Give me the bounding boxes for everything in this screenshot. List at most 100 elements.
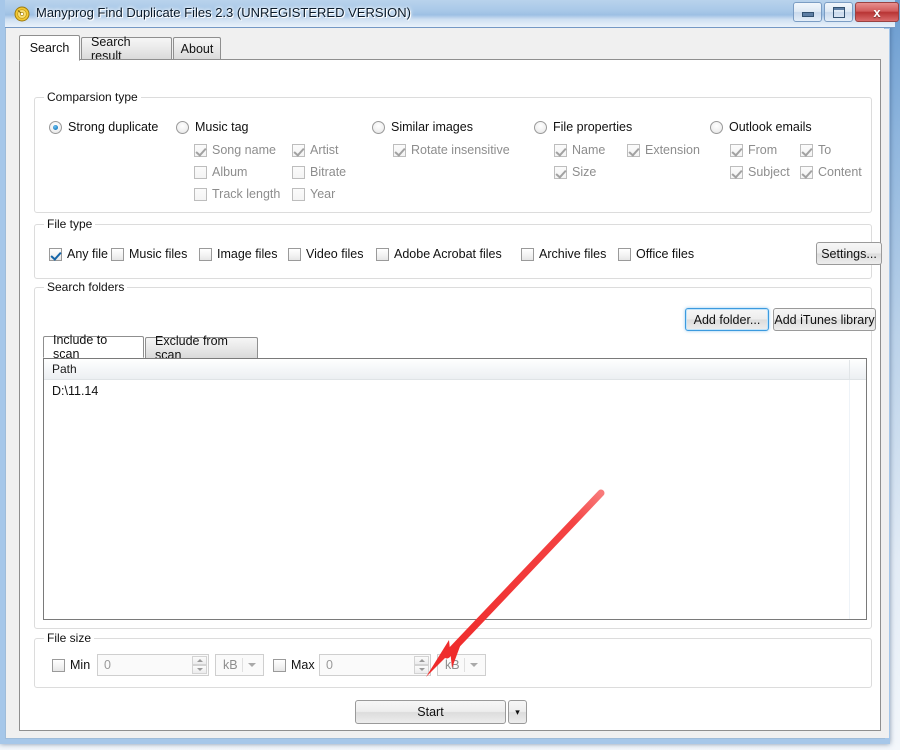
checkbox-icon-office-files bbox=[618, 247, 631, 261]
close-icon: x bbox=[873, 4, 881, 20]
checkbox-max-size[interactable]: Max bbox=[273, 658, 315, 672]
checkbox-rotate-insensitive[interactable]: Rotate insensitive bbox=[393, 143, 510, 157]
checkbox-icon-bitrate bbox=[292, 165, 305, 179]
checkbox-bitrate[interactable]: Bitrate bbox=[292, 165, 346, 179]
maximize-button[interactable] bbox=[824, 2, 853, 22]
application-window: Manyprog Find Duplicate Files 2.3 (UNREG… bbox=[0, 0, 899, 744]
add-itunes-library-button[interactable]: Add iTunes library bbox=[773, 308, 876, 331]
checkbox-label-song-name: Song name bbox=[212, 143, 276, 157]
min-size-unit-value: kB bbox=[223, 658, 238, 672]
column-header-extra[interactable] bbox=[850, 359, 868, 379]
checkbox-name[interactable]: Name bbox=[554, 143, 605, 157]
checkbox-label-artist: Artist bbox=[310, 143, 339, 157]
list-item[interactable]: D:\11.14 bbox=[44, 381, 866, 401]
checkbox-label-office-files: Office files bbox=[636, 247, 695, 261]
checkbox-label-rotate-insensitive: Rotate insensitive bbox=[411, 143, 510, 157]
tab-search-result[interactable]: Search result bbox=[81, 35, 172, 63]
radio-label-strong-duplicate: Strong duplicate bbox=[68, 120, 159, 134]
checkbox-icon-any-file bbox=[49, 247, 62, 261]
checkbox-label-track-length: Track length bbox=[212, 187, 281, 201]
checkbox-icon-name bbox=[554, 143, 567, 157]
checkbox-any-file[interactable]: Any file bbox=[49, 247, 108, 261]
tab-include-to-scan[interactable]: Include to scan bbox=[43, 333, 144, 361]
max-size-unit-select[interactable]: kB bbox=[437, 654, 486, 676]
radio-icon-file-properties bbox=[534, 120, 547, 134]
checkbox-icon-size bbox=[554, 165, 567, 179]
title-bar: Manyprog Find Duplicate Files 2.3 (UNREG… bbox=[5, 0, 899, 28]
checkbox-size[interactable]: Size bbox=[554, 165, 596, 179]
checkbox-label-archive-files: Archive files bbox=[539, 247, 607, 261]
min-unit-separator bbox=[242, 658, 243, 672]
min-size-step-down[interactable] bbox=[192, 665, 207, 674]
radio-label-music-tag: Music tag bbox=[195, 120, 249, 134]
checkbox-icon-music-files bbox=[111, 247, 124, 261]
radio-file-properties[interactable]: File properties bbox=[534, 120, 632, 134]
app-disc-icon bbox=[14, 6, 30, 22]
tab-search[interactable]: Search bbox=[19, 35, 80, 61]
add-folder-button[interactable]: Add folder... bbox=[685, 308, 769, 331]
checkbox-archive-files[interactable]: Archive files bbox=[521, 247, 606, 261]
file-type-group: File type Any file Music files Image fil… bbox=[34, 217, 882, 279]
checkbox-icon-track-length bbox=[194, 187, 207, 201]
checkbox-icon-rotate-insensitive bbox=[393, 143, 406, 157]
start-button[interactable]: Start bbox=[355, 700, 506, 724]
min-size-input[interactable]: 0 bbox=[97, 654, 209, 676]
tab-exclude-from-scan[interactable]: Exclude from scan bbox=[145, 334, 258, 362]
checkbox-label-to: To bbox=[818, 143, 832, 157]
checkbox-album[interactable]: Album bbox=[194, 165, 247, 179]
min-size-unit-select[interactable]: kB bbox=[215, 654, 264, 676]
max-size-stepper[interactable] bbox=[414, 656, 429, 674]
radio-label-file-properties: File properties bbox=[553, 120, 633, 134]
checkbox-song-name[interactable]: Song name bbox=[194, 143, 276, 157]
checkbox-video-files[interactable]: Video files bbox=[288, 247, 363, 261]
checkbox-year[interactable]: Year bbox=[292, 187, 335, 201]
close-button[interactable]: x bbox=[855, 2, 899, 22]
checkbox-label-image-files: Image files bbox=[217, 247, 278, 261]
checkbox-to[interactable]: To bbox=[800, 143, 831, 157]
checkbox-icon-image-files bbox=[199, 247, 212, 261]
checkbox-track-length[interactable]: Track length bbox=[194, 187, 280, 201]
checkbox-extension[interactable]: Extension bbox=[627, 143, 700, 157]
file-size-group: File size Min 0 kB Max 0 kB bbox=[34, 631, 872, 688]
max-size-step-down[interactable] bbox=[414, 665, 429, 674]
max-size-input[interactable]: 0 bbox=[319, 654, 431, 676]
checkbox-icon-extension bbox=[627, 143, 640, 157]
checkbox-label-music-files: Music files bbox=[129, 247, 188, 261]
checkbox-label-min-size: Min bbox=[70, 658, 91, 672]
radio-label-similar-images: Similar images bbox=[391, 120, 473, 134]
checkbox-artist[interactable]: Artist bbox=[292, 143, 338, 157]
minimize-button[interactable] bbox=[793, 2, 822, 22]
checkbox-icon-song-name bbox=[194, 143, 207, 157]
folders-tab-strip: Include to scan Exclude from scan bbox=[43, 333, 867, 362]
checkbox-label-bitrate: Bitrate bbox=[310, 165, 347, 179]
column-header-path[interactable]: Path bbox=[44, 359, 850, 379]
start-dropdown-button[interactable]: ▾ bbox=[508, 700, 527, 724]
radio-similar-images[interactable]: Similar images bbox=[372, 120, 473, 134]
checkbox-content[interactable]: Content bbox=[800, 165, 862, 179]
checkbox-label-size: Size bbox=[572, 165, 597, 179]
checkbox-from[interactable]: From bbox=[730, 143, 777, 157]
checkbox-office-files[interactable]: Office files bbox=[618, 247, 694, 261]
checkbox-min-size[interactable]: Min bbox=[52, 658, 90, 672]
checkbox-music-files[interactable]: Music files bbox=[111, 247, 187, 261]
checkbox-adobe-acrobat-files[interactable]: Adobe Acrobat files bbox=[376, 247, 502, 261]
tab-about[interactable]: About bbox=[173, 37, 221, 60]
min-size-step-up[interactable] bbox=[192, 656, 207, 665]
radio-music-tag[interactable]: Music tag bbox=[176, 120, 249, 134]
chevron-down-icon bbox=[248, 663, 256, 667]
min-size-stepper[interactable] bbox=[192, 656, 207, 674]
checkbox-image-files[interactable]: Image files bbox=[199, 247, 277, 261]
radio-label-outlook-emails: Outlook emails bbox=[729, 120, 812, 134]
checkbox-icon-adobe-acrobat-files bbox=[376, 247, 389, 261]
radio-strong-duplicate[interactable]: Strong duplicate bbox=[49, 120, 158, 134]
settings-button[interactable]: Settings... bbox=[816, 242, 882, 265]
checkbox-icon-from bbox=[730, 143, 743, 157]
checkbox-label-year: Year bbox=[310, 187, 336, 201]
checkbox-subject[interactable]: Subject bbox=[730, 165, 790, 179]
max-size-step-up[interactable] bbox=[414, 656, 429, 665]
comparison-type-group: Comparsion type Strong duplicate Music t… bbox=[34, 90, 872, 213]
radio-outlook-emails[interactable]: Outlook emails bbox=[710, 120, 812, 134]
search-folders-list[interactable]: Path D:\11.14 bbox=[43, 358, 867, 620]
checkbox-label-max-size: Max bbox=[291, 658, 315, 672]
checkbox-icon-max-size bbox=[273, 658, 286, 672]
